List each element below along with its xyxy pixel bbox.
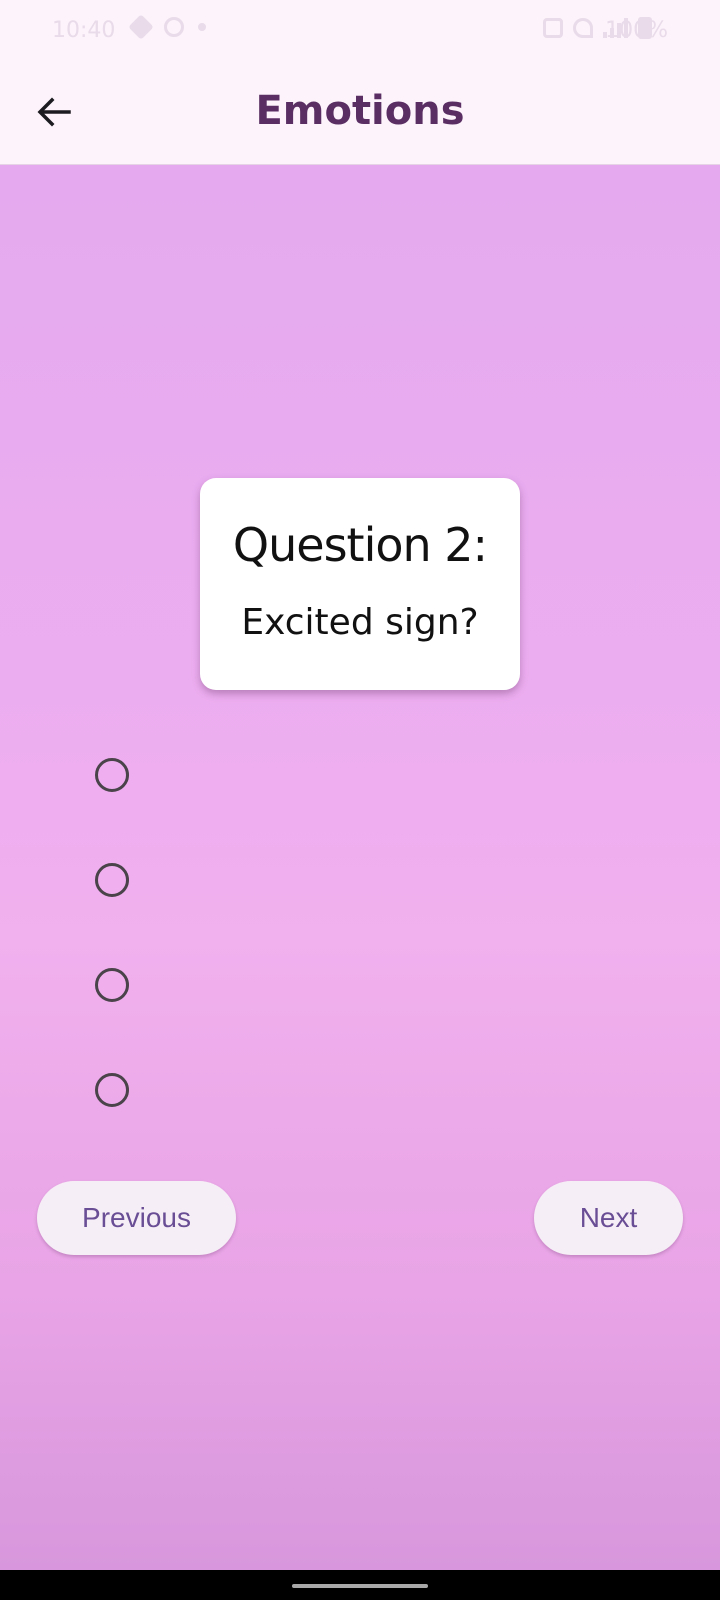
answer-option-3[interactable] — [92, 965, 132, 1005]
previous-button[interactable]: Previous — [37, 1181, 236, 1255]
wifi-icon — [573, 18, 593, 38]
radio-button-icon[interactable] — [95, 863, 129, 897]
app-bar: Emotions — [0, 62, 720, 165]
radio-button-icon[interactable] — [95, 1073, 129, 1107]
system-navigation-bar — [0, 1570, 720, 1600]
notification-icons — [128, 14, 206, 40]
answer-option-2[interactable] — [92, 860, 132, 900]
mute-icon — [543, 18, 563, 38]
page-title: Emotions — [255, 88, 465, 134]
question-card: Question 2: Excited sign? — [200, 478, 520, 690]
answer-option-1[interactable] — [92, 755, 132, 795]
quiz-content: Question 2: Excited sign? Previous Next — [0, 165, 720, 1570]
home-gesture-handle[interactable] — [292, 1584, 428, 1588]
question-text: Excited sign? — [241, 602, 479, 643]
question-number: Question 2: — [232, 518, 488, 572]
status-time: 10:40 — [52, 18, 116, 43]
notification-heart-icon — [128, 14, 154, 40]
battery-percent: 100% — [605, 18, 668, 43]
radio-button-icon[interactable] — [95, 968, 129, 1002]
more-notifications-dot-icon — [198, 23, 206, 31]
answer-option-4[interactable] — [92, 1070, 132, 1110]
status-bar: 10:40 100% — [0, 0, 720, 62]
whatsapp-icon — [164, 17, 184, 37]
next-button[interactable]: Next — [534, 1181, 683, 1255]
radio-button-icon[interactable] — [95, 758, 129, 792]
